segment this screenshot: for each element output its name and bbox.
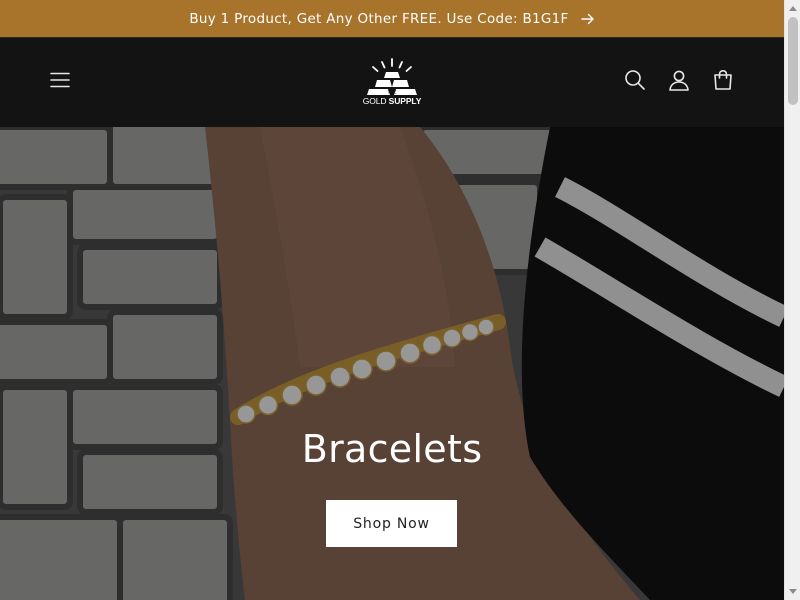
hero-banner: Bracelets Shop Now (0, 127, 784, 600)
shop-now-button[interactable]: Shop Now (326, 500, 457, 547)
cart-icon (712, 69, 734, 95)
account-icon (668, 69, 690, 95)
hamburger-menu-icon (50, 72, 70, 92)
arrow-right-icon (580, 13, 595, 25)
gold-bars-logo-mark: THE (367, 58, 417, 95)
search-icon (624, 69, 646, 95)
menu-button[interactable] (44, 66, 76, 98)
store-logo[interactable]: THE GOLD SUPPLY (352, 56, 432, 112)
scroll-down-arrow-icon[interactable] (785, 584, 800, 600)
scrollbar-thumb[interactable] (788, 17, 798, 105)
scroll-up-arrow-icon[interactable] (785, 0, 800, 16)
search-button[interactable] (619, 66, 651, 98)
announcement-bar[interactable]: Buy 1 Product, Get Any Other FREE. Use C… (0, 0, 784, 37)
account-button[interactable] (663, 66, 695, 98)
site-header: THE GOLD SUPPLY (0, 37, 784, 127)
vertical-scrollbar[interactable] (784, 0, 800, 600)
svg-text:THE: THE (388, 90, 397, 95)
page: Buy 1 Product, Get Any Other FREE. Use C… (0, 0, 784, 600)
logo-word-supply: SUPPLY (388, 96, 422, 106)
announcement-text: Buy 1 Product, Get Any Other FREE. Use C… (189, 10, 569, 27)
cart-button[interactable] (707, 66, 739, 98)
hero-title: Bracelets (301, 427, 483, 471)
logo-word-gold: GOLD (362, 96, 387, 106)
logo-wordmark: GOLD SUPPLY (352, 96, 432, 106)
